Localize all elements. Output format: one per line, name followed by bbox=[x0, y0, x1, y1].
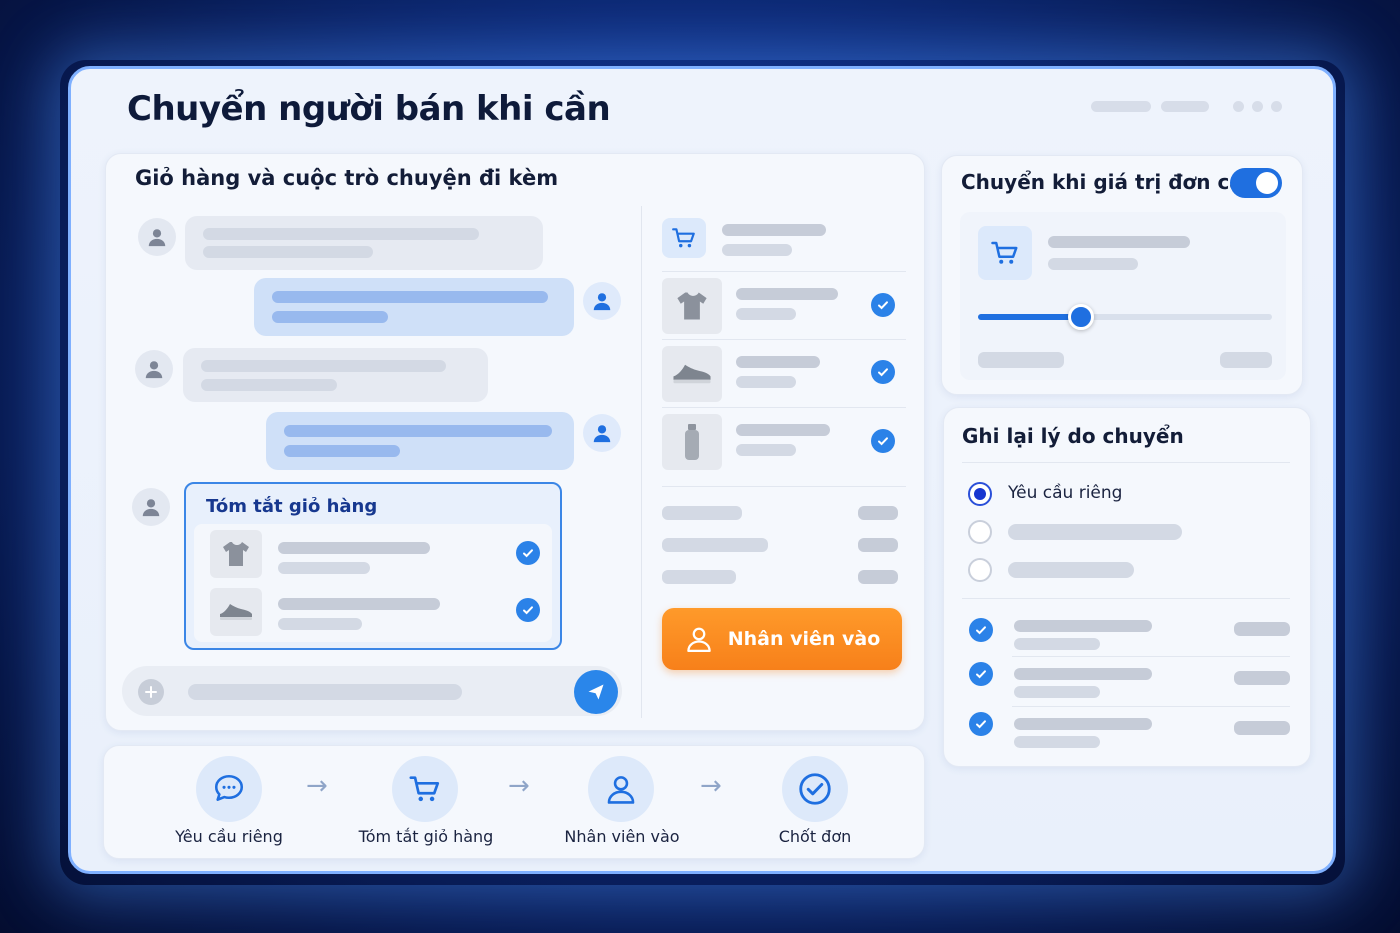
send-icon bbox=[588, 684, 604, 700]
seller-avatar bbox=[583, 282, 621, 320]
checked-icon[interactable] bbox=[969, 712, 993, 736]
person-icon bbox=[686, 627, 711, 652]
tshirt-icon bbox=[223, 542, 249, 566]
seller-message bbox=[254, 278, 574, 336]
threshold-card: Chuyển khi giá trị đơn cao bbox=[941, 155, 1303, 395]
checked-icon[interactable] bbox=[969, 618, 993, 642]
reason-option-label: Yêu cầu riêng bbox=[1008, 483, 1123, 503]
summary-item-list bbox=[194, 524, 552, 642]
add-attachment-icon[interactable] bbox=[138, 679, 164, 705]
window-control-bar[interactable] bbox=[1091, 101, 1151, 112]
staff-join-label: Nhân viên vào bbox=[727, 628, 881, 650]
checked-icon[interactable] bbox=[871, 360, 895, 384]
step-label: Tóm tắt giỏ hàng bbox=[358, 827, 494, 846]
window-dot[interactable] bbox=[1252, 101, 1263, 112]
shoe-thumbnail bbox=[210, 588, 262, 636]
window-dot[interactable] bbox=[1233, 101, 1244, 112]
cart-icon bbox=[978, 226, 1032, 280]
cart-summary-title: Tóm tắt giỏ hàng bbox=[206, 496, 378, 517]
message-composer[interactable] bbox=[122, 666, 622, 716]
checked-icon[interactable] bbox=[516, 598, 540, 622]
window-control-bar[interactable] bbox=[1161, 101, 1209, 112]
reason-option-selected[interactable] bbox=[968, 482, 992, 506]
person-icon bbox=[145, 361, 163, 379]
customer-avatar bbox=[132, 488, 170, 526]
order-value-slider[interactable] bbox=[978, 304, 1272, 330]
arrow-right-icon: → bbox=[700, 771, 722, 801]
checked-icon[interactable] bbox=[516, 541, 540, 565]
threshold-toggle[interactable] bbox=[1230, 168, 1282, 198]
send-button[interactable] bbox=[574, 670, 618, 714]
threshold-title: Chuyển khi giá trị đơn cao bbox=[961, 170, 1257, 194]
threshold-settings bbox=[960, 212, 1286, 380]
workflow-steps: Yêu cầu riêng → Tóm tắt giỏ hàng → Nhân … bbox=[103, 745, 925, 859]
chat-panel-title: Giỏ hàng và cuộc trò chuyện đi kèm bbox=[135, 166, 559, 190]
bottle-thumbnail bbox=[662, 414, 722, 470]
reason-option[interactable] bbox=[968, 520, 992, 544]
app-window: Chuyển người bán khi cần Giỏ hàng và cuộ… bbox=[68, 66, 1336, 874]
shoe-thumbnail bbox=[662, 346, 722, 402]
person-icon bbox=[588, 756, 654, 822]
step-label: Chốt đơn bbox=[778, 827, 852, 846]
slider-handle[interactable] bbox=[1067, 304, 1094, 330]
column-divider bbox=[641, 206, 642, 718]
tshirt-icon bbox=[677, 292, 707, 320]
customer-message bbox=[185, 216, 543, 270]
reason-option[interactable] bbox=[968, 558, 992, 582]
bottle-icon bbox=[685, 424, 699, 460]
cart-summary-card[interactable]: Tóm tắt giỏ hàng bbox=[184, 482, 562, 650]
customer-avatar bbox=[135, 350, 173, 388]
cart-icon bbox=[662, 218, 706, 258]
checked-icon[interactable] bbox=[871, 429, 895, 453]
seller-avatar bbox=[583, 414, 621, 452]
chat-cart-card: Giỏ hàng và cuộc trò chuyện đi kèm Tóm t… bbox=[105, 153, 925, 731]
tshirt-thumbnail bbox=[662, 278, 722, 334]
tshirt-thumbnail bbox=[210, 530, 262, 578]
reason-title: Ghi lại lý do chuyển bbox=[962, 424, 1184, 448]
arrow-right-icon: → bbox=[508, 771, 530, 801]
step-label: Yêu cầu riêng bbox=[175, 827, 283, 846]
reason-card: Ghi lại lý do chuyển Yêu cầu riêng bbox=[943, 407, 1311, 767]
chat-bubble-icon bbox=[196, 756, 262, 822]
shoe-icon bbox=[220, 604, 252, 620]
window-dot[interactable] bbox=[1271, 101, 1282, 112]
customer-avatar bbox=[138, 218, 176, 256]
customer-message bbox=[183, 348, 488, 402]
person-icon bbox=[142, 499, 160, 517]
person-icon bbox=[148, 229, 166, 247]
check-circle-icon bbox=[782, 756, 848, 822]
step-label: Nhân viên vào bbox=[564, 827, 680, 846]
cart-icon bbox=[392, 756, 458, 822]
shoe-icon bbox=[673, 364, 711, 384]
checked-icon[interactable] bbox=[969, 662, 993, 686]
checked-icon[interactable] bbox=[871, 293, 895, 317]
seller-message bbox=[266, 412, 574, 470]
staff-join-button[interactable]: Nhân viên vào bbox=[662, 608, 902, 670]
page-title: Chuyển người bán khi cần bbox=[127, 89, 611, 129]
person-icon bbox=[593, 425, 611, 443]
message-input[interactable] bbox=[188, 684, 462, 700]
arrow-right-icon: → bbox=[306, 771, 328, 801]
person-icon bbox=[593, 293, 611, 311]
